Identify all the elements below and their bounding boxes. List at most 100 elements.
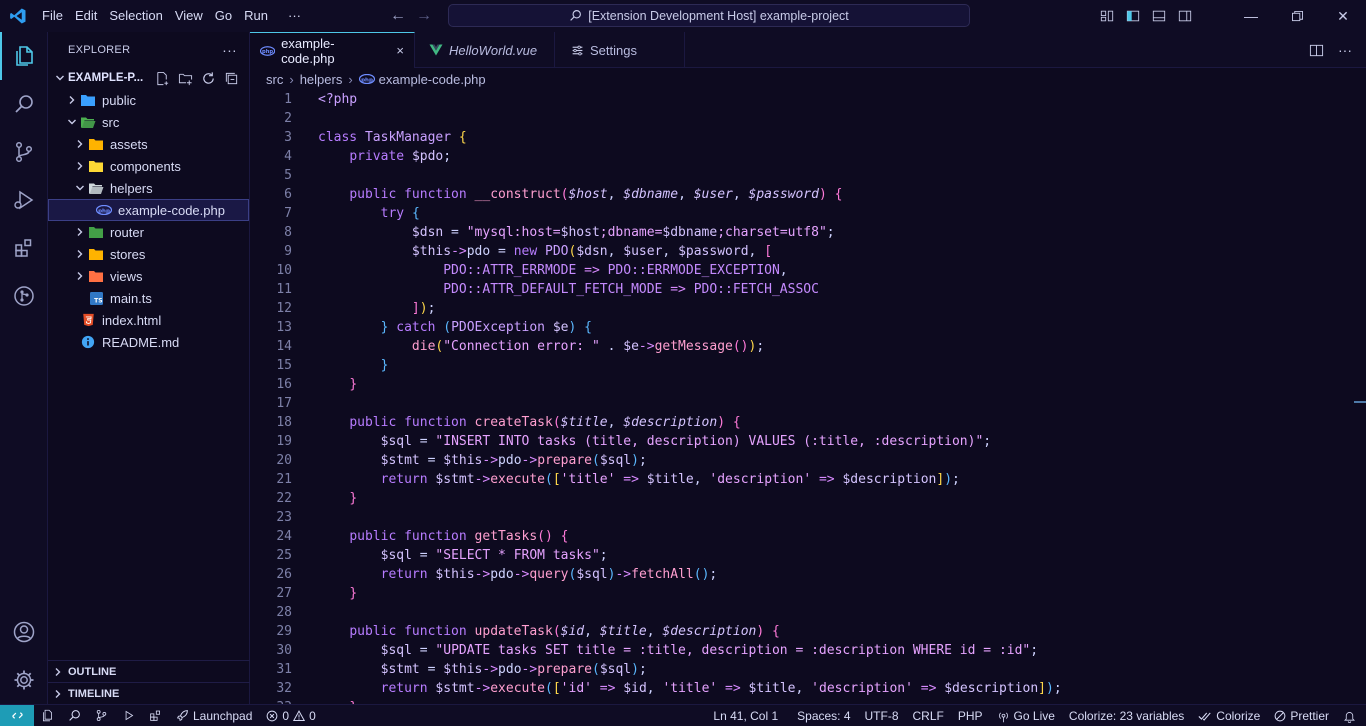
code-line[interactable]: 9 $this->pdo = new PDO($dsn, $user, $pas… xyxy=(250,242,1350,261)
scrollbar-marker[interactable] xyxy=(1354,401,1366,403)
tab-example-code-php[interactable]: php example-code.php × xyxy=(250,32,415,68)
breadcrumb-file[interactable]: example-code.php xyxy=(379,72,486,87)
menu-view[interactable]: View xyxy=(169,0,209,32)
launchpad-button[interactable]: Launchpad xyxy=(169,705,259,726)
close-tab-icon[interactable]: × xyxy=(396,43,404,58)
manage-gear-icon[interactable] xyxy=(0,656,48,704)
cursor-position[interactable]: Ln 41, Col 1 xyxy=(706,705,790,726)
minimize-icon[interactable]: — xyxy=(1228,0,1274,32)
code-line[interactable]: 15 } xyxy=(250,356,1350,375)
code-line[interactable]: 25 $sql = "SELECT * FROM tasks"; xyxy=(250,546,1350,565)
git-graph-icon[interactable] xyxy=(0,272,48,320)
go-live-button[interactable]: Go Live xyxy=(990,705,1062,726)
close-window-icon[interactable]: ✕ xyxy=(1320,0,1366,32)
outline-section[interactable]: OUTLINE xyxy=(48,660,250,682)
code-line[interactable]: 20 $stmt = $this->pdo->prepare($sql); xyxy=(250,451,1350,470)
search-activity-icon[interactable] xyxy=(0,80,48,128)
code-line[interactable]: 13 } catch (PDOException $e) { xyxy=(250,318,1350,337)
code-line[interactable]: 28 xyxy=(250,603,1350,622)
problems-indicator[interactable]: 0 0 xyxy=(259,705,322,726)
end-of-line[interactable]: CRLF xyxy=(906,705,951,726)
tree-item-stores[interactable]: stores xyxy=(48,243,249,265)
encoding[interactable]: UTF-8 xyxy=(858,705,906,726)
code-line[interactable]: 29 public function updateTask($id, $titl… xyxy=(250,622,1350,641)
menu-go[interactable]: Go xyxy=(209,0,238,32)
code-line[interactable]: 6 public function __construct($host, $db… xyxy=(250,185,1350,204)
code-line[interactable]: 21 return $stmt->execute(['title' => $ti… xyxy=(250,470,1350,489)
language-mode[interactable]: PHP xyxy=(951,705,990,726)
menu-run[interactable]: Run xyxy=(238,0,274,32)
toggle-primary-sidebar-icon[interactable] xyxy=(1120,0,1146,32)
code-line[interactable]: 4 private $pdo; xyxy=(250,147,1350,166)
tree-item-assets[interactable]: assets xyxy=(48,133,249,155)
tree-item-helpers[interactable]: helpers xyxy=(48,177,249,199)
code-line[interactable]: 30 $sql = "UPDATE tasks SET title = :tit… xyxy=(250,641,1350,660)
code-line[interactable]: 17 xyxy=(250,394,1350,413)
status-debug-icon[interactable] xyxy=(115,705,142,726)
tree-item-components[interactable]: components xyxy=(48,155,249,177)
customize-layout-icon[interactable] xyxy=(1094,0,1120,32)
source-control-icon[interactable] xyxy=(0,128,48,176)
prettier-button[interactable]: Prettier xyxy=(1267,705,1336,726)
code-line[interactable]: 8 $dsn = "mysql:host=$host;dbname=$dbnam… xyxy=(250,223,1350,242)
tree-item-src[interactable]: src xyxy=(48,111,249,133)
code-line[interactable]: 2 xyxy=(250,109,1350,128)
command-center[interactable]: [Extension Development Host] example-pro… xyxy=(448,4,970,27)
breadcrumb-helpers[interactable]: helpers xyxy=(300,72,343,87)
collapse-all-icon[interactable] xyxy=(224,71,239,86)
tree-item-router[interactable]: router xyxy=(48,221,249,243)
code-line[interactable]: 22 } xyxy=(250,489,1350,508)
status-search-icon[interactable] xyxy=(61,705,88,726)
menu-selection[interactable]: Selection xyxy=(103,0,168,32)
notifications-bell-icon[interactable] xyxy=(1336,705,1366,726)
tab-helloworld-vue[interactable]: HelloWorld.vue xyxy=(415,32,555,68)
accounts-icon[interactable] xyxy=(0,608,48,656)
indentation[interactable]: Spaces: 4 xyxy=(790,705,857,726)
code-line[interactable]: 11 PDO::ATTR_DEFAULT_FETCH_MODE => PDO::… xyxy=(250,280,1350,299)
tree-item-views[interactable]: views xyxy=(48,265,249,287)
code-line[interactable]: 16 } xyxy=(250,375,1350,394)
refresh-icon[interactable] xyxy=(201,71,216,86)
menu-more[interactable]: ··· xyxy=(274,0,307,32)
new-file-icon[interactable] xyxy=(155,71,170,86)
code-line[interactable]: 19 $sql = "INSERT INTO tasks (title, des… xyxy=(250,432,1350,451)
status-explorer-icon[interactable] xyxy=(34,705,61,726)
code-line[interactable]: 7 try { xyxy=(250,204,1350,223)
tab-settings[interactable]: Settings xyxy=(555,32,685,68)
colorize-variables[interactable]: Colorize: 23 variables xyxy=(1062,705,1191,726)
tree-item-example-code-php[interactable]: php example-code.php xyxy=(48,199,249,221)
code-line[interactable]: 32 return $stmt->execute(['id' => $id, '… xyxy=(250,679,1350,698)
code-line[interactable]: 31 $stmt = $this->pdo->prepare($sql); xyxy=(250,660,1350,679)
run-and-debug-icon[interactable] xyxy=(0,176,48,224)
code-line[interactable]: 1 <?php xyxy=(250,90,1350,109)
code-line[interactable]: 12 ]); xyxy=(250,299,1350,318)
forward-arrow-icon[interactable]: → xyxy=(416,7,432,25)
colorize-button[interactable]: Colorize xyxy=(1191,705,1267,726)
code-line[interactable]: 5 xyxy=(250,166,1350,185)
explorer-more-button[interactable]: ··· xyxy=(222,42,237,58)
menu-file[interactable]: File xyxy=(36,0,69,32)
status-source-control-icon[interactable] xyxy=(88,705,115,726)
remote-indicator-icon[interactable] xyxy=(0,704,34,726)
breadcrumb-src[interactable]: src xyxy=(266,72,283,87)
code-line[interactable]: 24 public function getTasks() { xyxy=(250,527,1350,546)
project-root[interactable]: EXAMPLE-P... xyxy=(48,67,249,89)
code-line[interactable]: 26 return $this->pdo->query($sql)->fetch… xyxy=(250,565,1350,584)
code-line[interactable]: 27 } xyxy=(250,584,1350,603)
tree-item-readme-md[interactable]: README.md xyxy=(48,331,249,353)
restore-icon[interactable] xyxy=(1274,0,1320,32)
code-line[interactable]: 10 PDO::ATTR_ERRMODE => PDO::ERRMODE_EXC… xyxy=(250,261,1350,280)
code-line[interactable]: 23 xyxy=(250,508,1350,527)
toggle-secondary-sidebar-icon[interactable] xyxy=(1172,0,1198,32)
menu-edit[interactable]: Edit xyxy=(69,0,103,32)
code-line[interactable]: 18 public function createTask($title, $d… xyxy=(250,413,1350,432)
tree-item-index-html[interactable]: index.html xyxy=(48,309,249,331)
timeline-section[interactable]: TIMELINE xyxy=(48,682,250,704)
code-line[interactable]: 14 die("Connection error: " . $e->getMes… xyxy=(250,337,1350,356)
code-line[interactable]: 3 class TaskManager { xyxy=(250,128,1350,147)
back-arrow-icon[interactable]: ← xyxy=(390,7,406,25)
status-extensions-icon[interactable] xyxy=(142,705,169,726)
code-editor[interactable]: 1 <?php 2 3 class TaskManager {4 private $pd… xyxy=(250,90,1366,704)
tree-item-public[interactable]: public xyxy=(48,89,249,111)
new-folder-icon[interactable] xyxy=(178,71,193,86)
